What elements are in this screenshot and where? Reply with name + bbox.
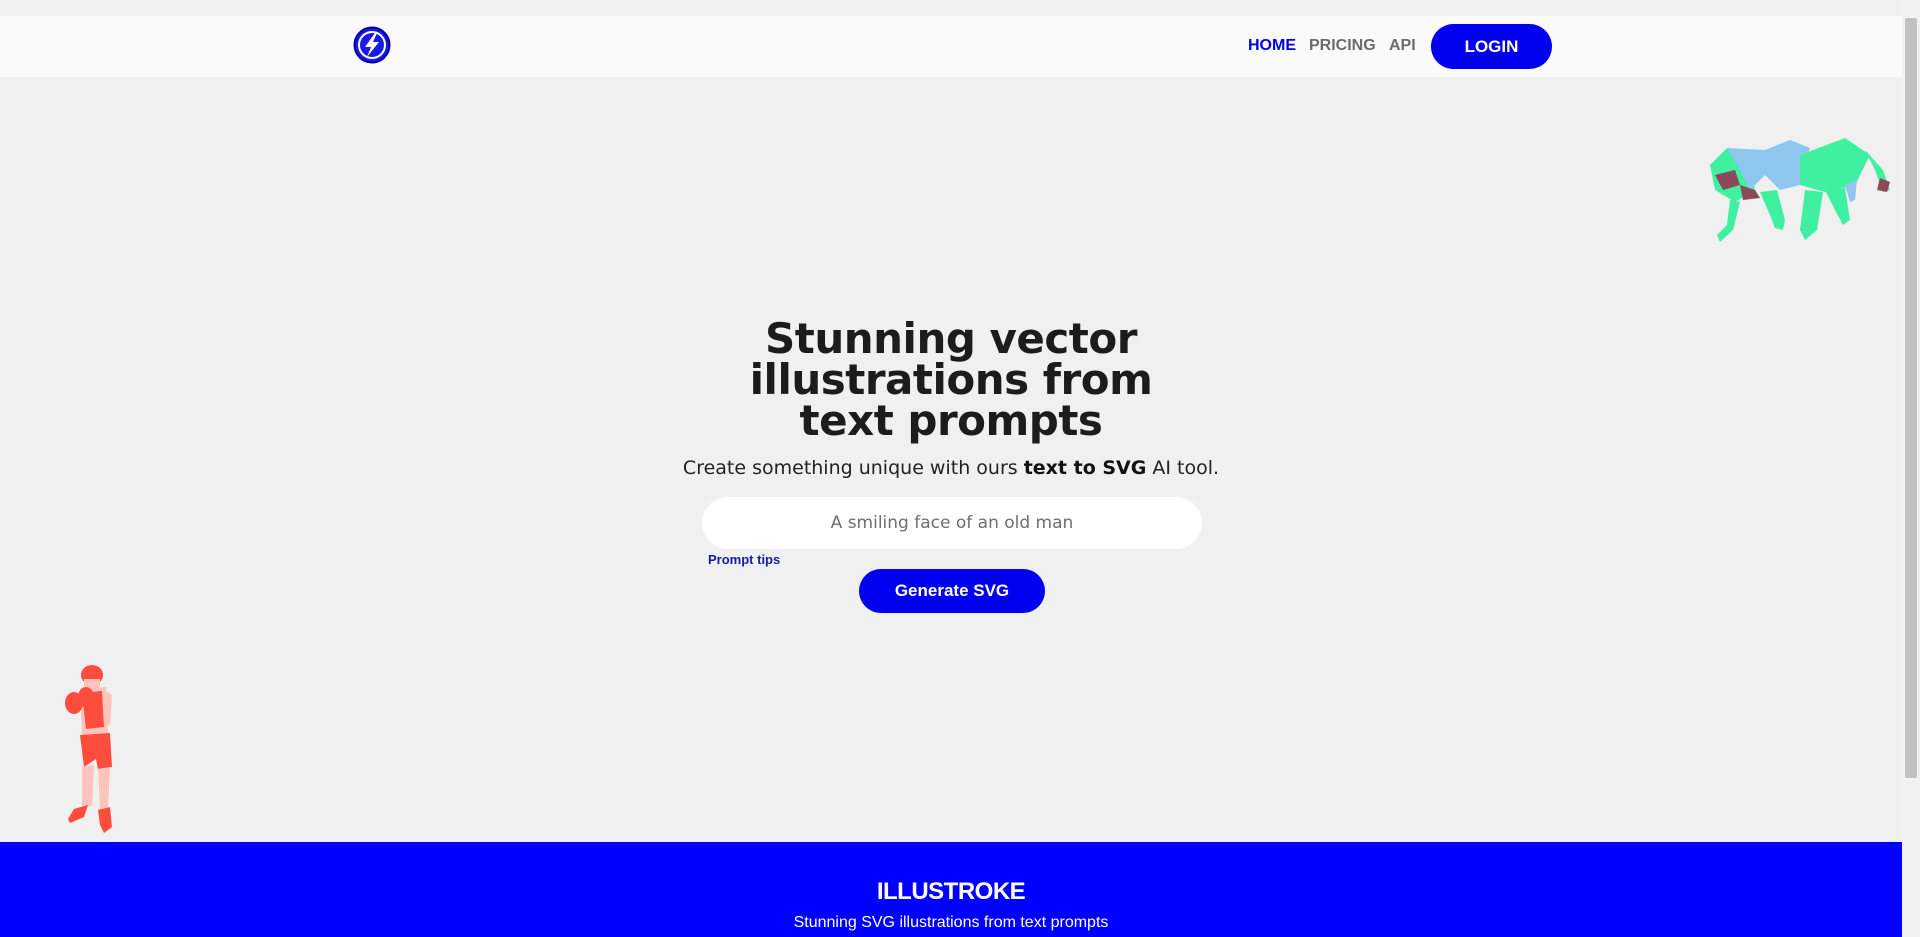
- subtitle-emphasis: text to SVG: [1023, 457, 1147, 479]
- scrollbar[interactable]: [1902, 0, 1920, 937]
- navbar: HOME PRICING API LOGIN: [0, 16, 1902, 77]
- prompt-tips-link[interactable]: Prompt tips: [708, 552, 780, 567]
- scrollbar-thumb[interactable]: [1905, 18, 1917, 778]
- nav-home-link[interactable]: HOME: [1248, 37, 1296, 55]
- footer-tagline: Stunning SVG illustrations from text pro…: [793, 914, 1109, 931]
- nav-pricing-link[interactable]: PRICING: [1309, 37, 1376, 55]
- top-strip: [0, 0, 1902, 16]
- hero-title: Stunning vector illustrations from text …: [749, 314, 1153, 445]
- nav-api-link[interactable]: API: [1389, 37, 1416, 55]
- boxer-illustration-icon: [65, 665, 112, 833]
- hero-section: Stunning vector illustrations from text …: [0, 77, 1902, 842]
- subtitle-text-end: AI tool.: [1146, 457, 1220, 479]
- lion-illustration-icon: [1710, 138, 1890, 242]
- hero-subtitle: Create something unique with ours text t…: [600, 457, 1302, 479]
- generate-svg-button[interactable]: Generate SVG: [859, 569, 1045, 613]
- footer-brand-logo: ILLUSTROKE: [876, 878, 1026, 905]
- login-button[interactable]: LOGIN: [1431, 24, 1552, 69]
- lightning-bolt-logo-icon[interactable]: [353, 26, 391, 64]
- prompt-input[interactable]: [702, 497, 1202, 549]
- footer: ILLUSTROKE Stunning SVG illustrations fr…: [0, 842, 1902, 937]
- subtitle-text: Create something unique with ours: [682, 457, 1024, 479]
